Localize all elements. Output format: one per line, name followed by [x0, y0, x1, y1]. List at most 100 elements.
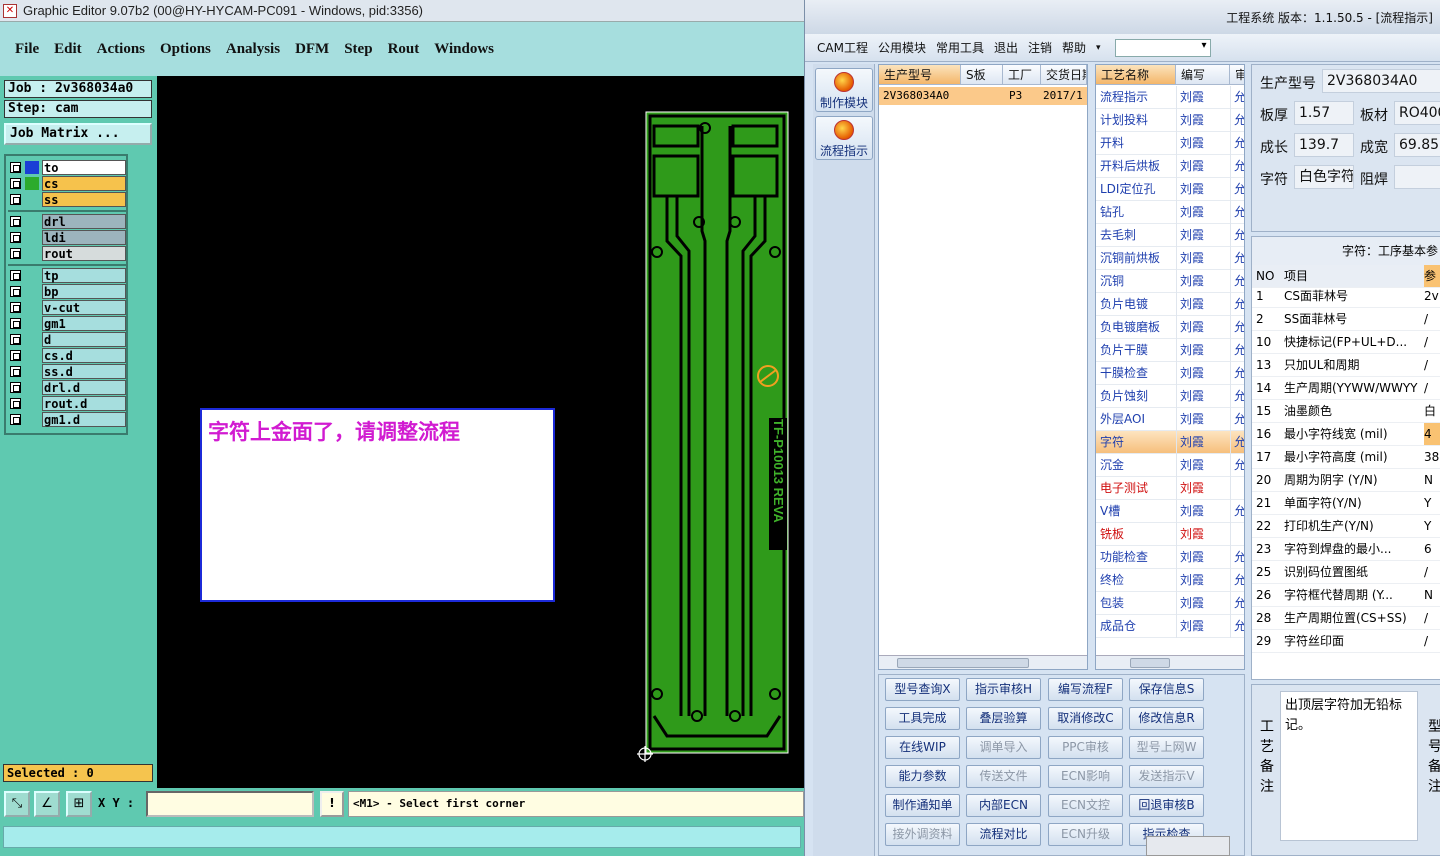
chevron-down-icon[interactable]: ▾ [1096, 43, 1101, 53]
make-module-button[interactable]: 制作模块 [815, 68, 873, 112]
table-row[interactable]: 负片干膜 刘霞 允 [1096, 339, 1244, 362]
action-button[interactable]: 指示审核H [966, 678, 1041, 701]
table-row[interactable]: 25 识别码位置图纸 / [1252, 561, 1440, 584]
menu-actions[interactable]: Actions [97, 41, 145, 58]
measure-icon[interactable]: ∠ [34, 791, 60, 817]
layer-row-cs[interactable]: cs [8, 176, 126, 191]
table-row[interactable]: 29 字符丝印面 / [1252, 630, 1440, 653]
table-row[interactable]: 外层AOI 刘霞 允 [1096, 408, 1244, 431]
action-button[interactable]: 编写流程F [1048, 678, 1123, 701]
table-row[interactable]: 功能检查 刘霞 允 [1096, 546, 1244, 569]
snap-grid-icon[interactable]: ⊞ [66, 791, 92, 817]
table-row[interactable]: 电子测试 刘霞 [1096, 477, 1244, 500]
layer-row-rout-d[interactable]: rout.d [8, 396, 126, 411]
layer-color-swatch[interactable] [25, 285, 39, 298]
table-row[interactable]: LDI定位孔 刘霞 允 [1096, 178, 1244, 201]
material-field[interactable]: RO400 [1394, 101, 1440, 125]
layer-checkbox[interactable] [10, 414, 21, 425]
layer-checkbox[interactable] [10, 286, 21, 297]
table-row[interactable]: 26 字符框代替周期 (Y... N [1252, 584, 1440, 607]
param-value[interactable]: / [1424, 331, 1440, 353]
param-value[interactable]: / [1424, 354, 1440, 376]
param-value[interactable]: / [1424, 377, 1440, 399]
action-button[interactable]: 流程对比 [966, 823, 1041, 846]
action-button[interactable]: ECN文控 [1048, 794, 1123, 817]
param-value[interactable]: 6 [1424, 538, 1440, 560]
param-value[interactable]: 4 [1424, 423, 1440, 445]
layer-color-swatch[interactable] [25, 365, 39, 378]
flow-instruction-button[interactable]: 流程指示 [815, 116, 873, 160]
layer-color-swatch[interactable] [25, 397, 39, 410]
param-value[interactable]: / [1424, 607, 1440, 629]
action-button[interactable]: 能力参数 [885, 765, 960, 788]
layer-row-ldi[interactable]: ldi [8, 230, 126, 245]
table-row[interactable]: 2 SS面菲林号 / [1252, 308, 1440, 331]
param-value[interactable]: Y [1424, 492, 1440, 514]
table-row[interactable]: 23 字符到焊盘的最小... 6 [1252, 538, 1440, 561]
layer-checkbox[interactable] [10, 318, 21, 329]
layer-color-swatch[interactable] [25, 193, 39, 206]
table-row[interactable]: 14 生产周期(YYWW/WWYY) / [1252, 377, 1440, 400]
menu-common-tools[interactable]: 常用工具 [936, 39, 984, 56]
table-row[interactable]: 负片蚀刻 刘霞 允 [1096, 385, 1244, 408]
menu-step[interactable]: Step [344, 41, 372, 58]
mask-field[interactable] [1394, 165, 1440, 189]
layer-color-swatch[interactable] [25, 161, 39, 174]
menu-options[interactable]: Options [160, 41, 211, 58]
table-row[interactable]: V槽 刘霞 允 [1096, 500, 1244, 523]
action-button[interactable]: 传送文件 [966, 765, 1041, 788]
menu-rout[interactable]: Rout [388, 41, 420, 58]
param-value[interactable]: N [1424, 584, 1440, 606]
col-header-process[interactable]: 工艺名称 [1096, 65, 1176, 85]
action-button[interactable]: ECN影响 [1048, 765, 1123, 788]
param-value[interactable]: N [1424, 469, 1440, 491]
action-button[interactable]: 接外调资料 [885, 823, 960, 846]
table-row[interactable]: 20 周期为阴字 (Y/N) N [1252, 469, 1440, 492]
table-row[interactable]: 干膜检查 刘霞 允 [1096, 362, 1244, 385]
action-button[interactable]: 保存信息S [1129, 678, 1204, 701]
table-row[interactable]: 包装 刘霞 允 [1096, 592, 1244, 615]
width-field[interactable]: 69.85 [1394, 133, 1440, 157]
layer-color-swatch[interactable] [25, 269, 39, 282]
horizontal-scrollbar[interactable] [879, 655, 1087, 669]
xy-coordinate-input[interactable] [146, 791, 314, 817]
layer-row-rout[interactable]: rout [8, 246, 126, 261]
menu-common-modules[interactable]: 公用模块 [878, 39, 926, 56]
action-button[interactable]: 调单导入 [966, 736, 1041, 759]
action-button[interactable]: 回退审核B [1129, 794, 1204, 817]
layer-color-swatch[interactable] [25, 317, 39, 330]
action-button[interactable]: ECN升级 [1048, 823, 1123, 846]
col-header-author[interactable]: 编写 [1176, 65, 1230, 85]
table-row[interactable]: 负片电镀 刘霞 允 [1096, 293, 1244, 316]
layer-checkbox[interactable] [10, 270, 21, 281]
param-value[interactable]: 2v [1424, 285, 1440, 307]
layer-color-swatch[interactable] [25, 333, 39, 346]
layer-checkbox[interactable] [10, 398, 21, 409]
menu-help[interactable]: 帮助 [1062, 39, 1086, 56]
action-button[interactable]: 叠层验算 [966, 707, 1041, 730]
layer-row-ss[interactable]: ss [8, 192, 126, 207]
scrollbar-thumb[interactable] [897, 658, 1029, 668]
layer-color-swatch[interactable] [25, 215, 39, 228]
table-row[interactable]: 13 只加UL和周期 / [1252, 354, 1440, 377]
table-row[interactable]: 2V368034A0 P3 2017/1 [879, 87, 1087, 105]
layer-row-v-cut[interactable]: v-cut [8, 300, 126, 315]
toolbar-dropdown[interactable] [1114, 38, 1211, 57]
action-button[interactable]: 型号上网W [1129, 736, 1204, 759]
table-row[interactable]: 21 单面字符(Y/N) Y [1252, 492, 1440, 515]
length-field[interactable]: 139.7 [1294, 133, 1354, 157]
param-value[interactable]: / [1424, 308, 1440, 330]
col-header-factory[interactable]: 工厂 [1003, 65, 1041, 85]
param-value[interactable]: / [1424, 561, 1440, 583]
table-row[interactable]: 字符 刘霞 允 [1096, 431, 1244, 454]
layer-checkbox[interactable] [10, 350, 21, 361]
table-row[interactable]: 成品仓 刘霞 允 [1096, 615, 1244, 638]
menu-windows[interactable]: Windows [434, 41, 494, 58]
table-row[interactable]: 10 快捷标记(FP+UL+D... / [1252, 331, 1440, 354]
layer-color-swatch[interactable] [25, 301, 39, 314]
zoom-window-icon[interactable]: ⤡ [4, 791, 30, 817]
layer-checkbox[interactable] [10, 162, 21, 173]
table-row[interactable]: 负电镀磨板 刘霞 允 [1096, 316, 1244, 339]
table-row[interactable]: 钻孔 刘霞 允 [1096, 201, 1244, 224]
layer-checkbox[interactable] [10, 366, 21, 377]
